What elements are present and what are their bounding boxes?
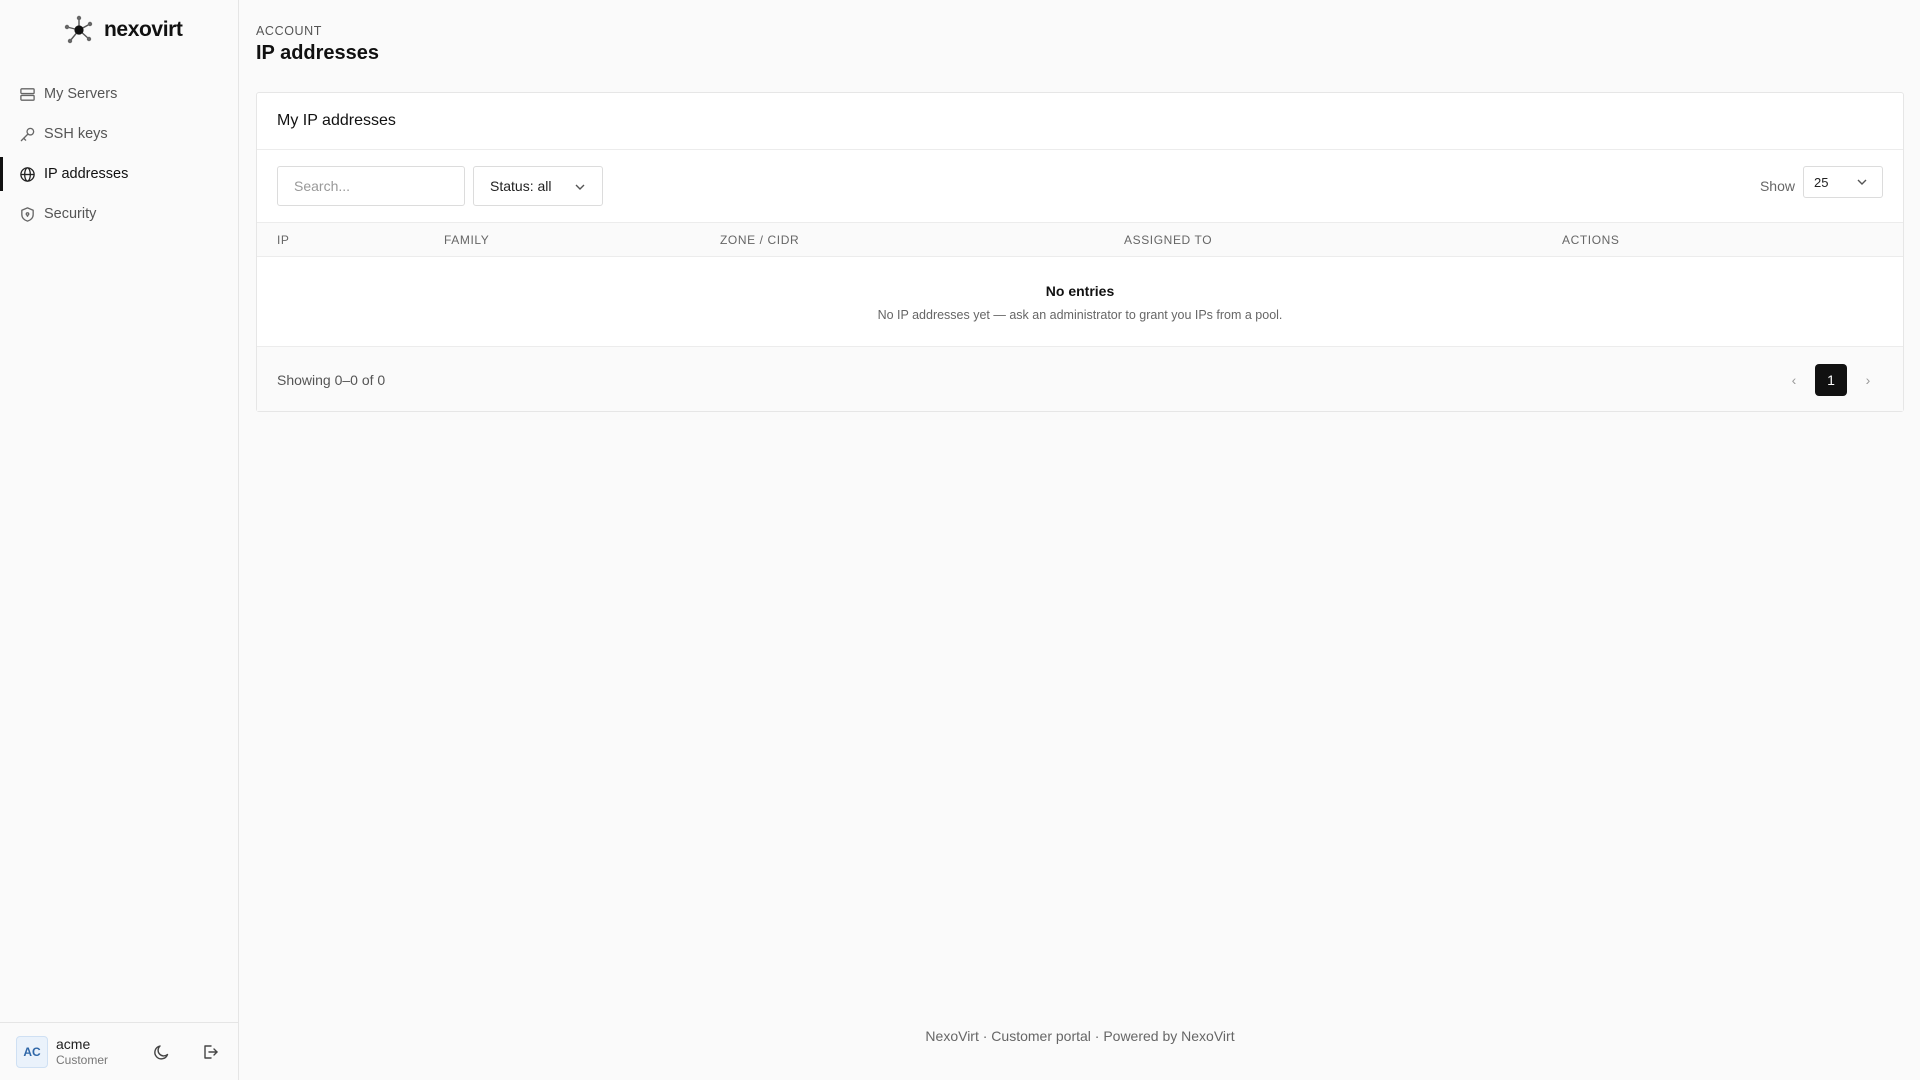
empty-state-title: No entries [1045,283,1115,299]
chevron-down-icon [574,180,586,196]
sidebar-item-label: Security [44,206,97,222]
server-icon [18,85,36,103]
theme-toggle-button[interactable] [152,1042,172,1062]
brand-logo[interactable]: nexovirt [64,14,183,46]
status-filter-select[interactable]: Status: all [473,166,603,206]
sidebar-item-my-servers[interactable]: My Servers [0,74,238,114]
table-header: IP FAMILY ZONE / CIDR ASSIGNED TO ACTION… [257,223,1903,257]
sidebar-item-label: SSH keys [44,126,108,142]
next-page-button[interactable]: › [1853,365,1883,395]
nexovirt-logo-icon [64,15,93,44]
chevron-down-icon [1856,176,1868,191]
sidebar-item-ssh-keys[interactable]: SSH keys [0,114,238,154]
sidebar-item-label: IP addresses [44,166,129,182]
column-header-actions: ACTIONS [1562,233,1620,247]
breadcrumb: ACCOUNT [256,24,323,38]
sidebar-item-ip-addresses[interactable]: IP addresses [0,154,238,194]
user-panel: AC acme Customer [0,1022,238,1080]
logout-button[interactable] [200,1042,220,1062]
globe-icon [18,165,36,183]
card-title: My IP addresses [257,93,1903,150]
page-number-button[interactable]: 1 [1815,364,1847,396]
page-size-select[interactable]: 25 [1803,166,1883,198]
column-header-ip[interactable]: IP [277,233,290,247]
pagination-summary: Showing 0–0 of 0 [277,372,386,388]
ip-addresses-card: My IP addresses Status: all Show 25 IP F… [256,92,1904,412]
page-size-value: 25 [1814,174,1829,190]
sidebar-item-security[interactable]: Security [0,194,238,234]
previous-page-button[interactable]: ‹ [1779,365,1809,395]
logout-icon [204,1045,218,1059]
sidebar-nav: My Servers SSH keys IP addresses Securit… [0,74,238,234]
empty-state: No entries No IP addresses yet — ask an … [257,257,1903,347]
avatar[interactable]: AC [16,1035,48,1068]
key-icon [18,125,36,143]
shield-icon [18,205,36,223]
table-footer: Showing 0–0 of 0 ‹ 1 › [257,347,1903,411]
sidebar-item-label: My Servers [44,86,118,102]
column-header-zone-cidr[interactable]: ZONE / CIDR [720,233,799,247]
brand-name: nexovirt [104,18,183,41]
status-filter-value: Status: all [490,178,552,194]
show-label: Show [1759,178,1795,194]
column-header-assigned-to[interactable]: ASSIGNED TO [1124,233,1212,247]
table-toolbar: Status: all Show 25 [257,150,1903,223]
sidebar: nexovirt My Servers SSH keys IP addresse… [0,0,239,1080]
pagination: ‹ 1 › [1779,364,1883,396]
page-footer: NexoVirt · Customer portal · Powered by … [925,1028,1235,1044]
search-input[interactable] [277,166,465,206]
page-title: IP addresses [256,42,380,64]
moon-icon [154,1045,169,1060]
user-role: Customer [56,1052,109,1067]
empty-state-message: No IP addresses yet — ask an administrat… [877,308,1283,322]
column-header-family[interactable]: FAMILY [444,233,489,247]
user-info: acme Customer [56,1036,108,1067]
user-name: acme [56,1035,91,1052]
